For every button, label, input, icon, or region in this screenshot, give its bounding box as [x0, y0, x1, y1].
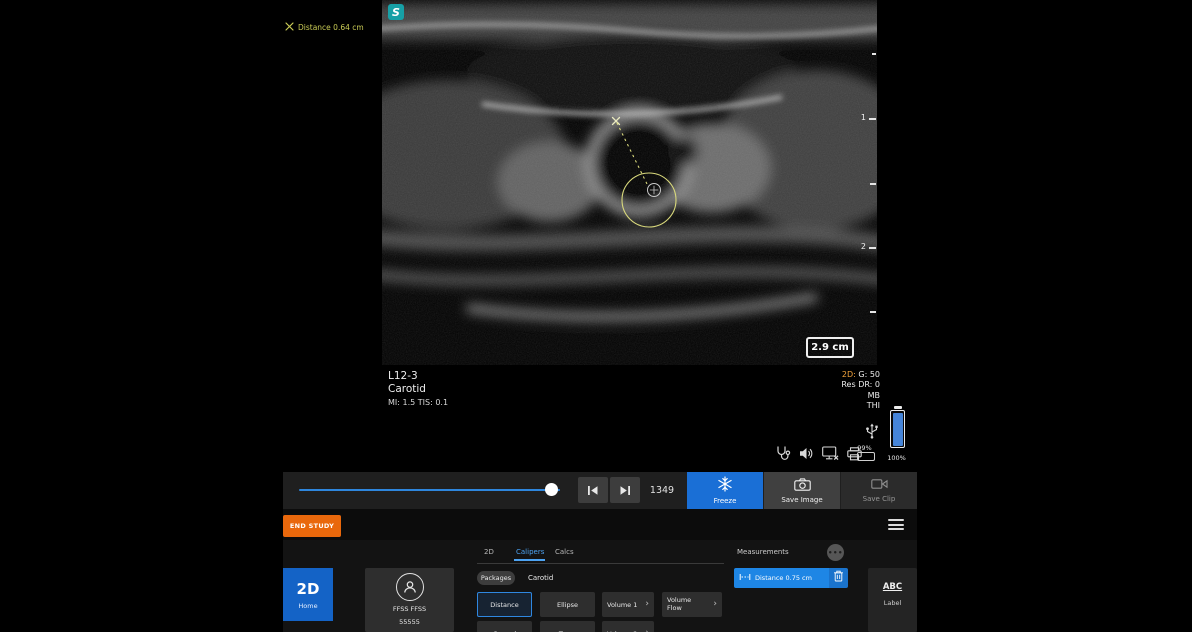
chevron-right-icon: › — [645, 600, 649, 609]
save-clip-button[interactable]: Save Clip — [841, 472, 917, 509]
mi-tis: MI: 1.5 TIS: 0.1 — [388, 398, 448, 407]
frame-number: 1349 — [643, 472, 681, 509]
cast-disconnected-icon[interactable] — [822, 446, 839, 465]
wifi-percentage: 99% — [856, 444, 873, 452]
camera-icon — [794, 478, 811, 493]
res-dr-value: Res DR: 0 — [760, 380, 880, 390]
volume-flow-tool-button[interactable]: Volume Flow › — [662, 592, 722, 617]
probe-model: L12-3 — [388, 370, 448, 383]
volume2-tool-button[interactable]: Volume 2 › — [602, 621, 654, 632]
distance-tool-button[interactable]: Distance — [477, 592, 532, 617]
probe-card[interactable]: FFSS FFSS 55555 — [365, 568, 454, 632]
depth-value: 2.9 cm — [806, 337, 854, 358]
tab-divider — [477, 563, 724, 564]
prev-frame-icon — [587, 485, 599, 496]
volume1-tool-button[interactable]: Volume 1 › — [602, 592, 654, 617]
probe-info: L12-3 Carotid MI: 1.5 TIS: 0.1 — [388, 370, 448, 407]
depth-number: 2 — [861, 242, 866, 252]
battery-percentage: 100% — [882, 454, 911, 462]
patient-name: FFSS FFSS — [393, 605, 426, 614]
cine-slider-track[interactable] — [299, 489, 560, 491]
label-tool-button[interactable]: ABC Label — [868, 568, 917, 632]
package-value: Carotid — [528, 574, 553, 582]
thi-flag: THI — [760, 401, 880, 411]
save-image-button[interactable]: Save Image — [764, 472, 840, 509]
speaker-icon[interactable] — [799, 446, 814, 465]
cine-toolbar: 1349 Freeze Save Imag — [283, 472, 917, 509]
distance-icon — [739, 573, 751, 583]
ultrasound-frame — [382, 0, 877, 365]
app-screen: S 1 2 2.9 cm Distance 0.64 cm L12-3 Caro… — [0, 0, 1192, 632]
more-options-button[interactable]: ••• — [827, 544, 844, 561]
trace-tool-button[interactable]: Trace — [540, 621, 595, 632]
mode-home-button[interactable]: 2D Home — [283, 568, 333, 621]
next-frame-icon — [619, 485, 631, 496]
snowflake-icon — [717, 476, 733, 494]
vendor-logo-icon: S — [388, 4, 404, 20]
depth-tick — [869, 118, 876, 120]
study-bar: END STUDY — [283, 509, 917, 540]
abc-icon: ABC — [883, 582, 902, 592]
depth-tick — [872, 53, 876, 55]
tab-calcs[interactable]: Calcs — [555, 548, 574, 556]
caliper-icon — [285, 22, 294, 33]
tab-2d[interactable]: 2D — [484, 548, 494, 556]
trash-icon — [833, 570, 844, 586]
active-tab-underline — [514, 559, 545, 561]
display-icon — [857, 452, 875, 461]
freeze-button[interactable]: Freeze — [687, 472, 763, 509]
control-panel: 2D Home FFSS FFSS 55555 2D Calipers Calc… — [283, 540, 917, 632]
video-camera-icon — [871, 478, 888, 492]
gain-value: G: 50 — [858, 370, 880, 379]
next-frame-button[interactable] — [610, 477, 640, 503]
measurement-result-label: Distance 0.64 cm — [285, 22, 364, 33]
end-study-button[interactable]: END STUDY — [283, 515, 341, 537]
chevron-right-icon: › — [713, 600, 717, 609]
battery-icon — [890, 410, 905, 448]
status-icon-row — [775, 445, 862, 465]
mode-label: 2D: — [842, 370, 856, 379]
depth-tick — [870, 183, 876, 185]
measurement-list-item[interactable]: Distance 0.75 cm — [734, 568, 829, 588]
prev-frame-button[interactable] — [578, 477, 608, 503]
depth-number: 1 — [861, 113, 866, 123]
imaging-parameters: 2D: G: 50 Res DR: 0 MB THI — [760, 370, 880, 411]
curved-tool-button[interactable]: Curved — [477, 621, 532, 632]
ellipse-tool-button[interactable]: Ellipse — [540, 592, 595, 617]
patient-id: 55555 — [399, 618, 420, 627]
battery-tip — [894, 406, 902, 409]
menu-icon[interactable] — [888, 519, 904, 533]
cine-slider-thumb[interactable] — [545, 483, 558, 496]
depth-tick — [870, 311, 876, 313]
depth-tick — [869, 247, 876, 249]
delete-measurement-button[interactable] — [829, 568, 848, 588]
tab-calipers[interactable]: Calipers — [516, 548, 544, 556]
ultrasound-image[interactable]: S 1 2 2.9 cm — [382, 0, 877, 365]
mb-flag: MB — [760, 391, 880, 401]
stethoscope-icon[interactable] — [775, 445, 791, 465]
preset-name: Carotid — [388, 383, 448, 396]
usb-icon — [864, 423, 880, 444]
patient-avatar-icon — [396, 573, 424, 601]
measurements-header: Measurements — [737, 548, 789, 556]
packages-button[interactable]: Packages — [477, 571, 515, 585]
